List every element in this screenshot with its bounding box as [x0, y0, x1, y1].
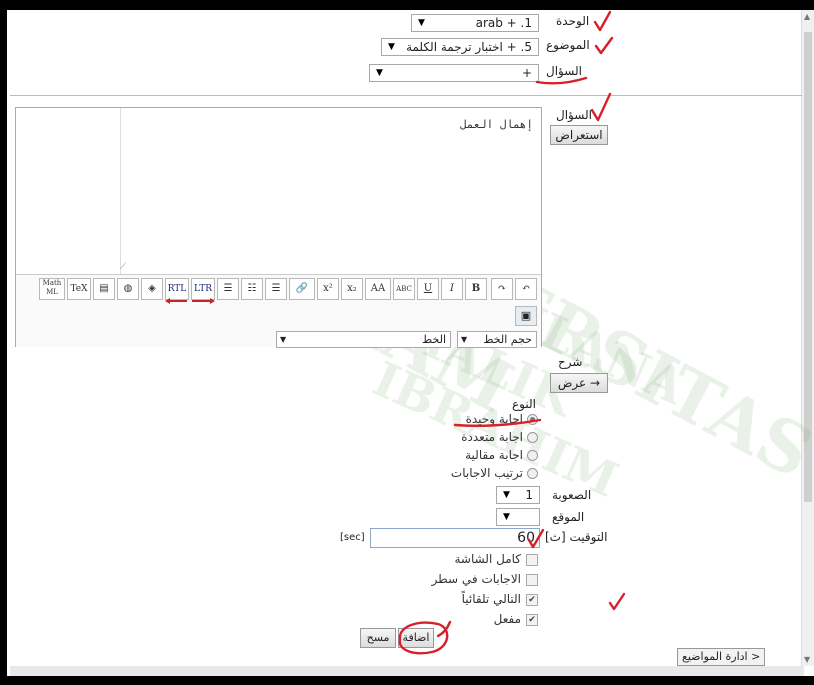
dropdown-arrow-icon: ▼	[461, 335, 468, 344]
mathml-button[interactable]: Math ML	[39, 278, 65, 300]
position-select[interactable]: ▼	[496, 508, 540, 526]
dropdown-arrow-icon: ▼	[418, 18, 425, 28]
undo-icon[interactable]: ↶	[515, 278, 537, 300]
question-editor[interactable]: إهمال العمل ⟋ ↶ ↷ B I U ABC AA x₂ x² 🔗 ☰…	[15, 107, 542, 348]
question-select[interactable]: + ▼	[369, 64, 539, 82]
direction-arrows-icon	[165, 298, 215, 304]
checkbox-icon	[526, 573, 538, 586]
add-button[interactable]: اضافة	[398, 628, 434, 648]
difficulty-value: 1	[525, 488, 533, 502]
type-option-label: اجابة مقالية	[465, 448, 523, 462]
font-label: الخط	[422, 333, 446, 346]
dropdown-arrow-icon: ▼	[503, 490, 510, 500]
type-option-label: اجابة وحيدة	[465, 412, 523, 426]
window-frame-left	[0, 0, 7, 685]
rtl-button[interactable]: RTL	[165, 278, 189, 300]
font-size-label: حجم الخط	[483, 333, 532, 346]
bullet-list-icon[interactable]: ☰	[265, 278, 287, 300]
italic-button[interactable]: I	[441, 278, 463, 300]
type-option-multiple[interactable]: اجابة متعددة	[461, 430, 538, 444]
checkbox-label: كامل الشاشة	[454, 552, 521, 566]
horizontal-scrollbar[interactable]	[10, 666, 804, 676]
resize-handle-icon[interactable]: ⟋	[120, 262, 126, 272]
superscript-button[interactable]: x²	[317, 278, 339, 300]
font-size-select[interactable]: حجم الخط ▼	[457, 331, 537, 348]
explanation-label: شرح	[558, 355, 583, 369]
timer-unit: [sec]	[340, 532, 365, 543]
scroll-up-icon[interactable]: ▲	[804, 12, 810, 21]
strikethrough-button[interactable]: ABC	[393, 278, 415, 300]
radio-icon	[527, 450, 538, 461]
timer-input[interactable]: 60	[370, 528, 540, 548]
scroll-thumb[interactable]	[804, 32, 812, 502]
explanation-toggle-button[interactable]: عرض →	[550, 373, 608, 393]
checkmark-icon: ✔	[526, 593, 538, 606]
dropdown-arrow-icon: ▼	[388, 42, 395, 52]
checkbox-icon	[526, 553, 538, 566]
topic-select[interactable]: 5. + اختبار ترجمة الكلمة ▼	[381, 38, 539, 56]
insert-object-icon[interactable]: ▣	[515, 306, 537, 326]
underline-button[interactable]: U	[417, 278, 439, 300]
editor-toolbar: ↶ ↷ B I U ABC AA x₂ x² 🔗 ☰ ☷ ☰ LTR RTL ◈…	[16, 274, 541, 348]
tex-button[interactable]: TeX	[67, 278, 91, 300]
timer-label: التوقيت [ث]	[545, 530, 608, 544]
checkbox-inline-answers[interactable]: الاجابات في سطر	[432, 572, 538, 586]
checkmark-icon: ✔	[526, 613, 538, 626]
color-icon[interactable]: ◍	[117, 278, 139, 300]
unit-label: الوحدة	[556, 14, 590, 28]
redo-icon[interactable]: ↷	[491, 278, 513, 300]
checkbox-label: التالي تلقائياً	[461, 592, 521, 606]
checkbox-label: مفعل	[493, 612, 521, 626]
radio-icon	[527, 432, 538, 443]
editor-gutter	[16, 108, 121, 274]
section-divider	[10, 95, 802, 96]
editor-content[interactable]: إهمال العمل	[460, 118, 533, 131]
vertical-scrollbar[interactable]: ▲ ▼	[801, 10, 814, 666]
radio-icon	[527, 414, 538, 425]
link-icon[interactable]: 🔗	[289, 278, 315, 300]
browse-button[interactable]: استعراض	[550, 125, 608, 145]
font-case-button[interactable]: AA	[365, 278, 391, 300]
type-option-label: اجابة متعددة	[461, 430, 523, 444]
difficulty-label: الصعوبة	[552, 488, 592, 502]
question-label: السؤال	[556, 108, 592, 122]
align-icon[interactable]: ☰	[217, 278, 239, 300]
image-icon[interactable]: ◈	[141, 278, 163, 300]
checkbox-fullscreen[interactable]: كامل الشاشة	[454, 552, 538, 566]
window-frame-top	[0, 0, 814, 10]
dropdown-arrow-icon: ▼	[376, 68, 383, 78]
dropdown-arrow-icon: ▼	[280, 335, 287, 344]
checkbox-enabled[interactable]: ✔ مفعل	[494, 612, 538, 626]
scroll-down-icon[interactable]: ▼	[804, 655, 810, 664]
type-option-ordering[interactable]: ترتيب الاجابات	[451, 466, 538, 480]
bold-button[interactable]: B	[465, 278, 487, 300]
checkbox-label: الاجابات في سطر	[431, 572, 521, 586]
checkbox-auto-next[interactable]: ✔ التالي تلقائياً	[462, 592, 538, 606]
unit-select[interactable]: 1. + arab ▼	[411, 14, 539, 32]
radio-icon	[527, 468, 538, 479]
ltr-button[interactable]: LTR	[191, 278, 215, 300]
manage-topics-link[interactable]: < ادارة المواضيع	[677, 648, 766, 666]
type-option-essay[interactable]: اجابة مقالية	[465, 448, 538, 462]
position-label: الموقع	[552, 510, 585, 524]
window-frame-bottom	[0, 676, 814, 685]
unit-select-value: 1. + arab	[475, 16, 532, 30]
clear-button[interactable]: مسح	[360, 628, 396, 648]
question-select-label: السؤال	[546, 64, 582, 78]
type-option-single[interactable]: اجابة وحيدة	[466, 412, 538, 426]
type-label: النوع	[512, 397, 536, 411]
table-icon[interactable]: ▤	[93, 278, 115, 300]
type-option-label: ترتيب الاجابات	[450, 466, 523, 480]
numbered-list-icon[interactable]: ☷	[241, 278, 263, 300]
subscript-button[interactable]: x₂	[341, 278, 363, 300]
font-select[interactable]: الخط ▼	[276, 331, 451, 348]
topic-label: الموضوع	[546, 38, 590, 52]
dropdown-arrow-icon: ▼	[503, 512, 510, 522]
question-select-value: +	[521, 66, 532, 80]
difficulty-select[interactable]: 1 ▼	[496, 486, 540, 504]
topic-select-value: 5. + اختبار ترجمة الكلمة	[406, 40, 532, 54]
